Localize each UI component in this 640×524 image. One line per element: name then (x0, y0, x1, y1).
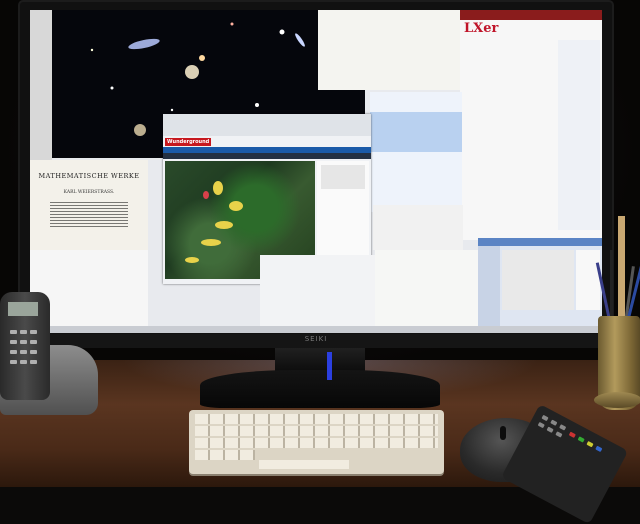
remote-button (541, 414, 549, 422)
remote-button (568, 431, 576, 438)
phone-key (20, 360, 27, 364)
image-editor-toolbox (30, 10, 52, 160)
phone-key (30, 350, 37, 354)
file-manager-titlebar (478, 238, 602, 246)
file-manager-sidebar (478, 246, 500, 326)
lxer-header-bar (460, 10, 602, 20)
monitor-stand (275, 348, 365, 372)
remote-button (537, 421, 545, 429)
text-window (260, 255, 377, 326)
lxer-sidebar (558, 40, 600, 230)
lxer-logo: LXer (464, 21, 499, 36)
source-code-window (375, 250, 480, 326)
key-row (195, 414, 438, 424)
phone-key (10, 340, 17, 344)
monitor-stand-base (200, 370, 440, 408)
phone-display (8, 302, 38, 316)
taskbar (30, 326, 602, 333)
phone-key (10, 350, 17, 354)
pdf-document-window: MATHEMATISCHE WERKE KARL WEIERSTRASS. (30, 160, 148, 252)
code-editor-window (318, 10, 460, 90)
phone-key (30, 360, 37, 364)
key-row (195, 426, 438, 436)
selected-rows (370, 112, 462, 152)
key-row (195, 450, 255, 460)
phone-key (20, 340, 27, 344)
ruler (618, 216, 625, 320)
file-manager-window (478, 238, 602, 326)
storm-cell (185, 257, 199, 263)
phone-key (20, 350, 27, 354)
remote-button (550, 419, 558, 426)
storm-cell (213, 181, 223, 195)
current-conditions-box (321, 165, 365, 189)
phone-key (30, 330, 37, 334)
phone-key (30, 340, 37, 344)
key-row (195, 438, 438, 448)
storm-cell (229, 201, 243, 211)
storm-cell (215, 221, 233, 229)
file-manager-pane (502, 250, 574, 310)
phone-key (10, 330, 17, 334)
terminal-window (373, 205, 463, 250)
document-title: MATHEMATISCHE WERKE (38, 172, 140, 180)
keyboard (189, 410, 444, 474)
pencil-cup-base (594, 392, 640, 408)
remote-button (595, 445, 603, 453)
phone-key (20, 330, 27, 334)
remote-button (577, 436, 585, 443)
phone-key (10, 360, 17, 364)
mouse-wheel (500, 426, 506, 440)
file-manager-panel (576, 250, 600, 310)
message-list-window (370, 92, 462, 212)
monitor-screen: LXer MATHEMATISCHE WERKE KARL WEIERSTRAS… (30, 10, 602, 333)
spacebar (259, 460, 349, 469)
monitor-power-led (327, 352, 332, 380)
lxer-browser-window: LXer (460, 10, 602, 240)
monitor-brand: SEIKI (304, 335, 328, 343)
document-subtitle-lines (50, 202, 128, 228)
remote-button (559, 424, 567, 431)
weather-subnav-bar (163, 153, 371, 159)
document-author: KARL WEIERSTRASS. (63, 190, 115, 195)
weather-site-logo: Wunderground (165, 138, 212, 146)
remote-button (555, 431, 563, 438)
storm-cell (203, 191, 209, 199)
remote-button (586, 440, 594, 448)
storm-cell (201, 239, 221, 246)
remote-button (546, 426, 554, 433)
pen (610, 250, 613, 320)
browser-toolbar (163, 114, 371, 136)
